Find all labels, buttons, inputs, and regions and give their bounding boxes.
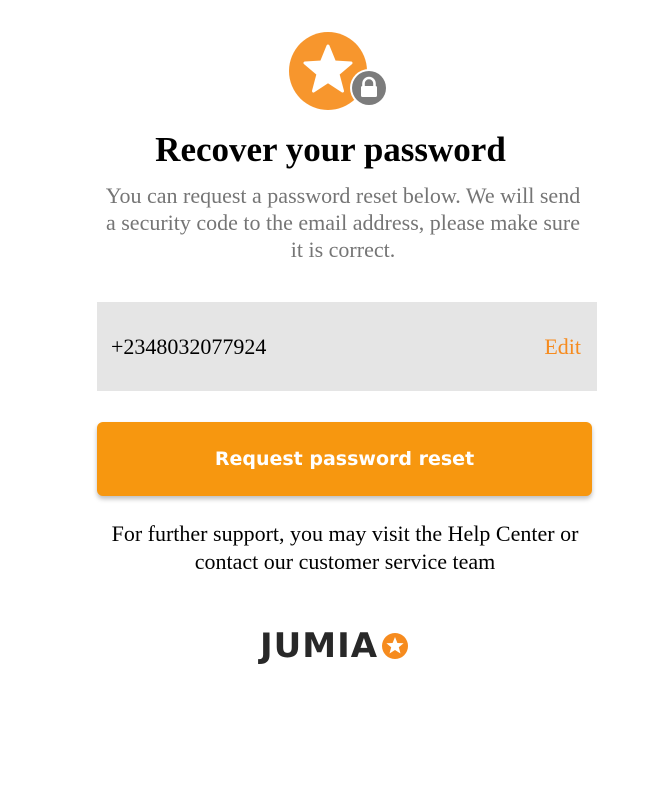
account-identifier-field: +2348032077924 Edit <box>97 302 597 391</box>
phone-number-value: +2348032077924 <box>111 333 267 359</box>
star-icon <box>382 633 409 659</box>
brand-name: JUMIA <box>260 626 379 666</box>
star-lock-icon <box>289 32 389 110</box>
edit-link[interactable]: Edit <box>544 334 581 360</box>
page-subtitle: You can request a password reset below. … <box>105 183 581 262</box>
page-title: Recover your password <box>155 130 506 169</box>
request-password-reset-button[interactable]: Request password reset <box>97 422 592 496</box>
jumia-logo: JUMIA <box>260 627 409 665</box>
support-text: For further support, you may visit the H… <box>111 521 579 574</box>
